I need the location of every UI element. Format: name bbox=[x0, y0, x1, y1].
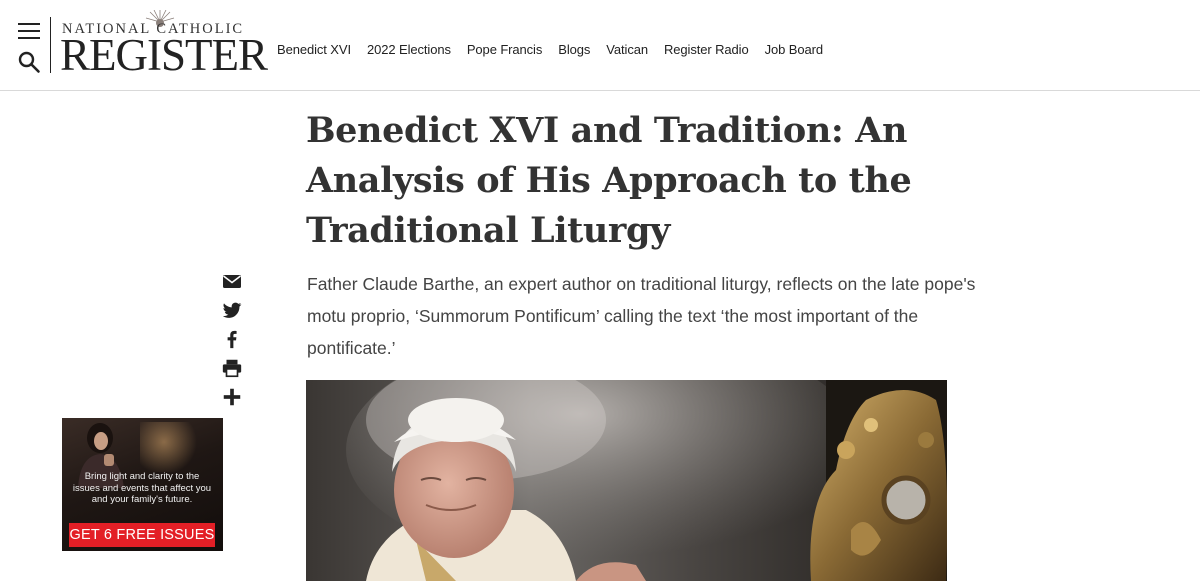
nav-blogs[interactable]: Blogs bbox=[558, 42, 590, 57]
ad-candle-glow bbox=[140, 422, 200, 472]
ad-text: Bring light and clarity to the issues an… bbox=[72, 471, 212, 505]
logo-line-2: REGISTER bbox=[60, 30, 268, 80]
search-icon[interactable] bbox=[17, 50, 41, 74]
site-logo[interactable]: NATIONAL CATHOLIC REGISTER bbox=[60, 10, 268, 80]
nav-2022-elections[interactable]: 2022 Elections bbox=[367, 42, 451, 57]
nav-job-board[interactable]: Job Board bbox=[765, 42, 823, 57]
facebook-icon[interactable] bbox=[221, 328, 243, 350]
header-divider bbox=[50, 17, 51, 73]
site-header: NATIONAL CATHOLIC REGISTER Benedict XVI … bbox=[0, 0, 1200, 91]
nav-register-radio[interactable]: Register Radio bbox=[664, 42, 749, 57]
plus-icon[interactable] bbox=[221, 386, 243, 408]
hamburger-menu-icon[interactable] bbox=[18, 23, 40, 41]
email-icon[interactable] bbox=[221, 270, 243, 292]
nav-vatican[interactable]: Vatican bbox=[606, 42, 648, 57]
article-hero-image bbox=[306, 380, 947, 581]
article-subtitle: Father Claude Barthe, an expert author o… bbox=[307, 274, 976, 358]
get-free-issues-button[interactable]: GET 6 FREE ISSUES bbox=[69, 523, 215, 547]
article-title: Benedict XVI and Tradition: An Analysis … bbox=[306, 110, 912, 251]
subscription-ad[interactable]: Bring light and clarity to the issues an… bbox=[62, 418, 223, 551]
twitter-icon[interactable] bbox=[221, 299, 243, 321]
pope-benedict-photo bbox=[306, 380, 947, 581]
nav-benedict-xvi[interactable]: Benedict XVI bbox=[277, 42, 351, 57]
share-rail bbox=[221, 270, 245, 415]
print-icon[interactable] bbox=[221, 357, 243, 379]
main-nav: Benedict XVI 2022 Elections Pope Francis… bbox=[277, 42, 823, 57]
nav-pope-francis[interactable]: Pope Francis bbox=[467, 42, 543, 57]
